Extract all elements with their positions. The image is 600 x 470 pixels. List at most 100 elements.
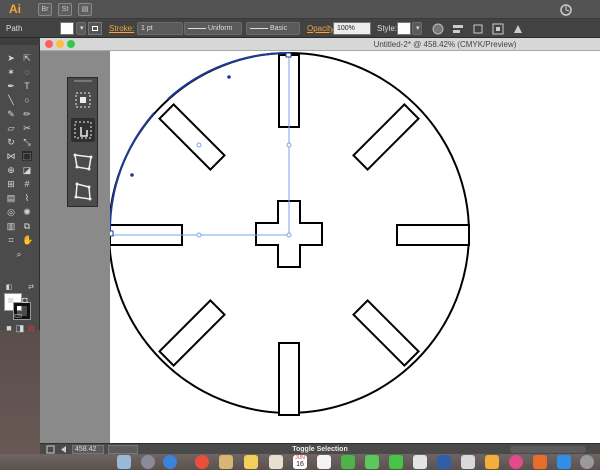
system-preferences-icon[interactable] [580,455,594,469]
variable-width-profile-dropdown[interactable]: Uniform [184,22,242,35]
stroke-panel-link[interactable]: Stroke: [109,22,134,35]
previous-artboard-icon[interactable] [59,445,68,454]
type-tool-icon[interactable]: T [22,81,32,91]
macos-dock: JUN 16 [0,454,600,470]
chrome-icon[interactable] [195,455,209,469]
eyedropper-tool-icon[interactable]: ⌇ [22,193,32,203]
artboard-number-field[interactable] [108,445,138,454]
launchpad-icon[interactable] [141,455,155,469]
perspective-grid-tool-icon[interactable]: ⊞ [6,179,16,189]
align-nodes-icon[interactable] [71,88,95,112]
live-paint-tool-icon[interactable]: ◪ [22,165,32,175]
calendar-icon[interactable]: JUN 16 [293,455,307,469]
gradient-tool-icon[interactable]: ▤ [6,193,16,203]
app-bar: Ai Br St ▤ [0,0,600,19]
horizontal-scrollbar[interactable] [510,446,586,453]
direct-selection-tool-icon[interactable]: ⇱ [22,53,32,63]
mesh-tool-icon[interactable]: # [22,179,32,189]
pencil-tool-icon[interactable]: ✏ [22,109,32,119]
brush-label: Basic [269,25,288,32]
ibooks-store-icon[interactable] [533,455,547,469]
draw-normal-icon[interactable]: ◙ [6,295,16,305]
hand-nodes-icon[interactable] [71,118,95,142]
line-tool-icon[interactable]: ╲ [6,95,16,105]
app-store-icon[interactable] [557,455,571,469]
gradient-mode-icon[interactable]: ◨ [15,323,25,333]
fill-dropdown[interactable]: ▾ [76,22,86,35]
magic-wand-tool-icon[interactable]: ✶ [6,67,16,77]
facetime-icon[interactable] [389,455,403,469]
opacity-field[interactable]: 100% [333,22,371,35]
ellipse-tool-icon[interactable]: ○ [22,95,32,105]
slice-tool-icon[interactable]: ⌗ [6,235,16,245]
zoom-tool-icon[interactable]: ⌕ [14,249,24,259]
align-panel-icon[interactable] [452,23,464,35]
transform-shape-icon[interactable] [71,150,95,174]
document-titlebar: Untitled-2* @ 458.42% (CMYK/Preview) [40,38,600,51]
artwork[interactable] [107,51,600,443]
zoom-level-value: 458.42 [75,446,97,453]
transform-panel-icon[interactable] [472,23,484,35]
artboard[interactable] [107,51,600,443]
symbol-sprayer-tool-icon[interactable]: ✺ [22,207,32,217]
illustrator-app: Ai Br St ▤ Path ▾ Stroke: 1 pt Uniform B… [0,0,600,470]
numbers-icon[interactable] [461,455,475,469]
maps-icon[interactable] [341,455,355,469]
selection-tool-icon[interactable]: ➤ [6,53,16,63]
swap-colors-icon[interactable]: ⇄ [26,283,36,293]
scissors-tool-icon[interactable]: ✂ [22,123,32,133]
messages-icon[interactable] [365,455,379,469]
photos-icon[interactable] [413,455,427,469]
bar-bottom[interactable] [278,342,300,416]
hand-tool-icon[interactable]: ✋ [22,235,33,245]
bridge-button[interactable]: Br [38,3,52,16]
free-transform-tool-icon[interactable]: ⬚ [22,151,32,161]
draw-behind-icon[interactable]: ◘ [20,295,30,305]
none-mode-icon[interactable]: ⊘ [26,323,36,333]
tools-panel: ➤ ⇱ ✶ ◌ ✒ T ╲ ○ ✎ ✏ ▱ ✂ ↻ ⤡ ⋈ ⬚ ⊕ ◪ ⊞ # … [0,45,40,333]
arrange-icon[interactable] [512,23,524,35]
opacity-panel-link[interactable]: Opacity: [307,22,336,35]
graphic-style-swatch[interactable] [397,22,411,35]
contacts-icon[interactable] [219,455,233,469]
stroke-weight-field[interactable]: 1 pt [137,22,183,35]
scale-tool-icon[interactable]: ⤡ [22,137,32,147]
finder-icon[interactable] [117,455,131,469]
recolor-artwork-icon[interactable] [432,23,444,35]
notes-icon[interactable] [244,455,258,469]
column-graph-tool-icon[interactable]: ▥ [6,221,16,231]
profile-label: Uniform [207,25,233,32]
shape-nodes-icon[interactable] [71,180,95,204]
fill-swatch[interactable] [60,22,74,35]
brush-definition-dropdown[interactable]: Basic [246,22,300,35]
artboard-tool-icon[interactable]: ⧉ [22,221,32,231]
shape-builder-tool-icon[interactable]: ⊕ [6,165,16,175]
iphoto-icon[interactable] [437,455,451,469]
itunes-icon[interactable] [509,455,523,469]
paintbrush-tool-icon[interactable]: ✎ [6,109,16,119]
eraser-tool-icon[interactable]: ▱ [6,123,16,133]
artboard-navigation-icon[interactable] [46,445,55,454]
bar-right[interactable] [396,224,470,246]
stock-button[interactable]: St [58,3,72,16]
ibooks-icon[interactable] [485,455,499,469]
safari-icon[interactable] [163,455,177,469]
app-logo: Ai [9,2,21,16]
pen-tool-icon[interactable]: ✒ [6,81,16,91]
blend-tool-icon[interactable]: ◎ [6,207,16,217]
isolate-object-icon[interactable] [492,23,504,35]
lasso-tool-icon[interactable]: ◌ [22,67,32,77]
color-mode-icon[interactable]: ■ [4,323,14,333]
reminders-icon[interactable] [317,455,331,469]
rotate-tool-icon[interactable]: ↻ [6,137,16,147]
opacity-value: 100% [337,25,355,32]
screen-mode-icon[interactable]: ▭ [13,310,23,320]
stroke-swatch[interactable] [88,22,102,35]
gpu-performance-icon[interactable] [560,4,572,16]
width-tool-icon[interactable]: ⋈ [6,151,16,161]
zoom-level-field[interactable]: 458.42 [72,445,104,454]
graphic-style-dropdown[interactable]: ▾ [412,22,422,35]
workspace-switcher-button[interactable]: ▤ [78,3,92,16]
default-colors-icon[interactable]: ◧ [4,283,14,293]
textedit-icon[interactable] [269,455,283,469]
